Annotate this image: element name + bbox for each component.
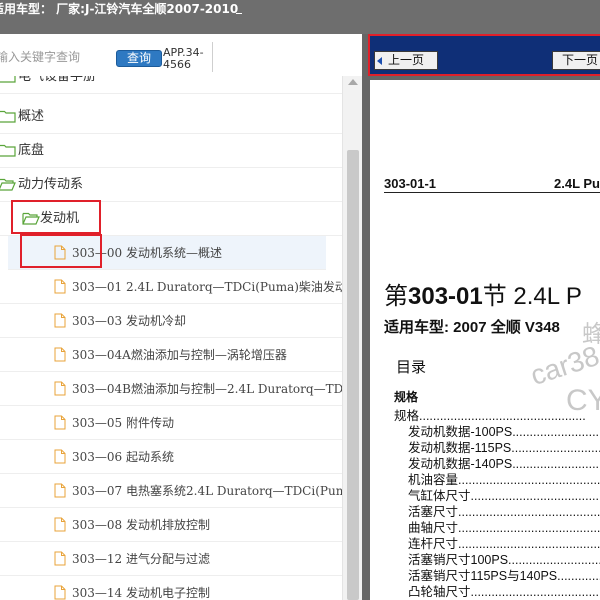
spec-heading: 规格: [394, 390, 419, 404]
document-icon: [54, 449, 66, 468]
tree-item-label: 发动机: [40, 211, 80, 226]
scroll-thumb[interactable]: [347, 150, 359, 600]
tree-item-label: 动力传动系: [18, 177, 84, 192]
toc-entry[interactable]: 规格......................................…: [394, 408, 586, 424]
toc-entry[interactable]: 机油容量....................................…: [408, 472, 600, 488]
tree-doc-303-05[interactable]: 303—05 附件传动: [0, 406, 342, 440]
tree-item-overview[interactable]: 概述: [0, 100, 342, 134]
document-icon: [54, 347, 66, 366]
folder-icon: [0, 109, 16, 127]
watermark-text: CY: [566, 384, 600, 417]
title-bar: 适用车型： 厂家:J-江铃汽车全顺2007-2010: [0, 0, 600, 34]
document-icon: [54, 415, 66, 434]
tree-item-label: 303—14 发动机电子控制: [72, 586, 210, 600]
search-bar: 查询 APP.34-4566: [0, 34, 362, 76]
tree-item-engine[interactable]: 发动机: [0, 202, 342, 236]
tree-doc-303-01[interactable]: 303—01 2.4L Duratorq—TDCi(Puma)柴油发动机: [0, 270, 342, 304]
section-prefix: 第: [384, 283, 408, 310]
page-header-engine: 2.4L Pu: [554, 176, 600, 191]
tree-doc-303-07[interactable]: 303—07 电热塞系统2.4L Duratorq—TDCi(Puma): [0, 474, 342, 508]
toc-entry[interactable]: 气缸体尺寸...................................…: [408, 488, 600, 504]
applicable-models: 适用车型: 2007 全顺 V348: [384, 319, 560, 336]
page-header-code: 303-01-1: [384, 176, 437, 191]
toc-entry[interactable]: 发动机数据-140PS...........................: [408, 456, 600, 472]
section-suffix: 节 2.4L P: [482, 283, 582, 310]
tree-item-electrical-manual[interactable]: 电气设备手册: [0, 76, 342, 94]
tree-doc-303-06[interactable]: 303—06 起动系统: [0, 440, 342, 474]
folder-open-icon: [0, 177, 16, 195]
watermark-text: 蜂: [582, 321, 600, 348]
toc-heading: 目录: [396, 358, 427, 376]
query-button[interactable]: 查询: [116, 50, 162, 67]
section-number: 303-01: [408, 283, 483, 310]
document-viewer: 上一页 下一页 303-01-1 2.4L Pu 第303-01节 2.4L P…: [362, 34, 600, 600]
tree-doc-303-04a[interactable]: 303—04A燃油添加与控制—涡轮增压器: [0, 338, 342, 372]
next-page-button[interactable]: 下一页: [552, 51, 600, 70]
document-icon: [54, 551, 66, 570]
prev-page-label: 上一页: [387, 53, 424, 67]
tree-item-powertrain[interactable]: 动力传动系: [0, 168, 342, 202]
document-icon: [54, 313, 66, 332]
toc-entry[interactable]: 连杆尺寸....................................…: [408, 536, 600, 552]
document-icon: [54, 517, 66, 536]
toc-entry[interactable]: 活塞销尺寸100PS..............................…: [408, 552, 600, 568]
catalog-tree: 电气设备手册 概述 底盘 动力传动系 发动机 303—00 发动机系统—概述 3…: [0, 76, 342, 600]
manual-page: 303-01-1 2.4L Pu 第303-01节 2.4L P 适用车型: 2…: [370, 80, 600, 600]
tree-item-label: 底盘: [18, 143, 45, 158]
tree-doc-303-08[interactable]: 303—08 发动机排放控制: [0, 508, 342, 542]
toolbar-divider: [212, 42, 213, 72]
left-pane: 查询 APP.34-4566 电气设备手册 概述 底盘: [0, 34, 362, 600]
document-icon: [54, 483, 66, 502]
tree-doc-303-12[interactable]: 303—12 进气分配与过滤: [0, 542, 342, 576]
toc-entry[interactable]: 活塞销尺寸115PS与140PS....................: [408, 568, 600, 584]
tree-item-label: 303—05 附件传动: [72, 416, 174, 430]
tree-doc-303-00[interactable]: 303—00 发动机系统—概述: [8, 236, 326, 270]
tree-scrollbar[interactable]: [342, 76, 362, 600]
tree-item-label: 303—12 进气分配与过滤: [72, 552, 210, 566]
toc-entry[interactable]: 发动机数据-100PS...........................: [408, 424, 600, 440]
section-title: 第303-01节 2.4L P: [384, 276, 582, 311]
document-icon: [54, 585, 66, 600]
scroll-up-arrow-icon[interactable]: [348, 79, 358, 85]
arrow-left-icon: [377, 57, 382, 65]
tree-item-label: 303—08 发动机排放控制: [72, 518, 210, 532]
document-icon: [54, 245, 66, 264]
toc-entry[interactable]: 活塞尺寸....................................…: [408, 504, 600, 520]
tree-doc-303-14[interactable]: 303—14 发动机电子控制: [0, 576, 342, 600]
folder-icon: [0, 143, 16, 161]
toc-entry[interactable]: 凸轮轴尺寸...................................…: [408, 584, 600, 600]
tree-item-label: 303—07 电热塞系统2.4L Duratorq—TDCi(Puma): [72, 484, 342, 498]
tree-item-label: 303—04A燃油添加与控制—涡轮增压器: [72, 348, 287, 362]
tree-item-label: 概述: [18, 109, 45, 124]
title-link-underline[interactable]: [236, 3, 242, 14]
tree-item-label: 303—00 发动机系统—概述: [72, 246, 222, 260]
tree-doc-303-03[interactable]: 303—03 发动机冷却: [0, 304, 342, 338]
folder-icon: [0, 76, 16, 87]
tree-item-label: 电气设备手册: [18, 76, 97, 84]
search-input[interactable]: [0, 47, 108, 67]
tree-item-label: 303—01 2.4L Duratorq—TDCi(Puma)柴油发动机: [72, 280, 342, 294]
document-icon: [54, 279, 66, 298]
tree-item-chassis[interactable]: 底盘: [0, 134, 342, 168]
toc-entry[interactable]: 曲轴尺寸....................................…: [408, 520, 600, 536]
prev-page-button[interactable]: 上一页: [374, 51, 438, 70]
tree-item-label: 303—06 起动系统: [72, 450, 174, 464]
header-rule: [384, 192, 600, 193]
window-title: 适用车型： 厂家:J-江铃汽车全顺2007-2010: [0, 2, 239, 16]
folder-open-icon: [22, 211, 40, 229]
tree-item-label: 303—03 发动机冷却: [72, 314, 186, 328]
tree-doc-303-04b[interactable]: 303—04B燃油添加与控制—2.4L Duratorq—TDCi(Puma): [0, 372, 342, 406]
document-icon: [54, 381, 66, 400]
viewer-toolbar: 上一页 下一页: [368, 34, 600, 76]
app-id-label: APP.34-4566: [163, 46, 204, 71]
toc-entry[interactable]: 发动机数据-115PS...........................: [408, 440, 600, 456]
tree-item-label: 303—04B燃油添加与控制—2.4L Duratorq—TDCi(Puma): [72, 382, 342, 396]
